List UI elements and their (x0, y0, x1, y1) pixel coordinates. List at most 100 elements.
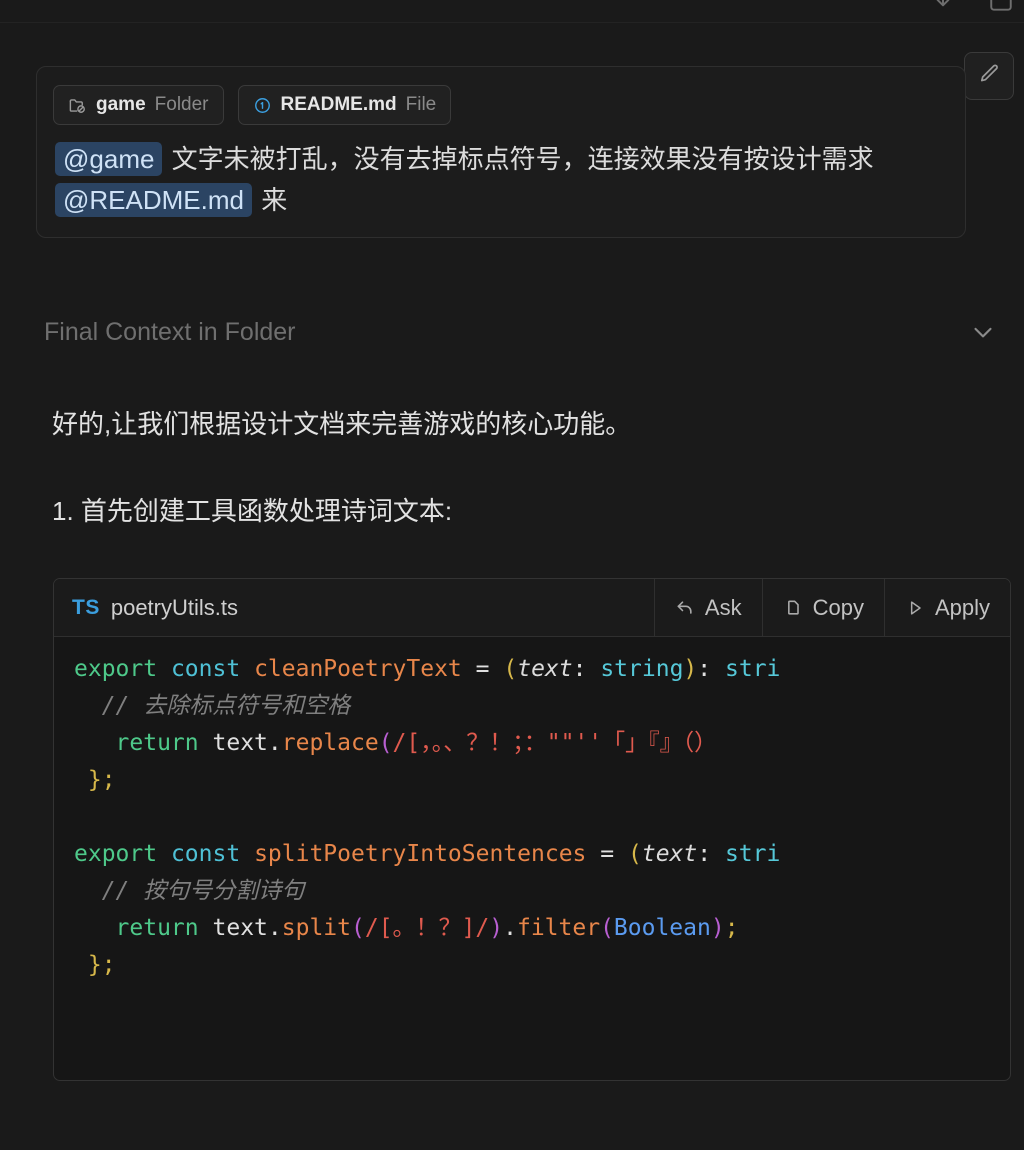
code-token: Boolean (613, 915, 711, 941)
ask-button[interactable]: Ask (653, 579, 762, 636)
mention-game[interactable]: @game (55, 142, 163, 176)
code-block-header: TS poetryUtils.ts Ask Copy Apply (54, 579, 1010, 637)
code-file-name: poetryUtils.ts (110, 594, 238, 620)
code-line: return text.replace(/[，。、？！；：""''「」『』（） (54, 725, 1010, 762)
code-line: export const splitPoetryIntoSentences = … (54, 836, 1010, 873)
window-panel-icon[interactable] (986, 0, 1016, 16)
message-text-part: 文字未被打乱，没有去掉标点符号，连接效果没有按设计需求 (164, 144, 874, 174)
code-token: }; (74, 952, 116, 978)
pencil-icon (977, 62, 1001, 91)
code-token: . (267, 915, 282, 941)
ask-label: Ask (704, 594, 742, 620)
chat-panel: game Folder README.md File @game 文字未被打乱，… (0, 0, 1024, 1150)
code-token: . (503, 915, 517, 941)
code-token: . (267, 730, 282, 756)
code-token: /[，。、？！；：""''「」『』（） (392, 730, 718, 756)
code-token: }; (74, 767, 116, 793)
code-token: : (572, 656, 587, 682)
chip-name: game (96, 94, 146, 115)
code-content[interactable]: export const cleanPoetryText = (text: st… (54, 637, 1010, 994)
typescript-badge: TS (72, 595, 100, 619)
code-token: stri (724, 841, 781, 867)
code-token: text (212, 730, 268, 756)
code-token: ) (683, 656, 698, 682)
code-token: ) (710, 915, 725, 941)
play-triangle-icon (905, 598, 925, 618)
final-context-toggle[interactable]: Final Context in Folder (44, 305, 1006, 359)
download-icon[interactable] (928, 0, 958, 16)
folder-icon (68, 96, 87, 115)
code-block-title: TS poetryUtils.ts (54, 579, 654, 636)
code-line: }; (54, 947, 1010, 984)
code-token: ( (627, 841, 642, 867)
apply-button[interactable]: Apply (883, 579, 1010, 636)
assistant-paragraph: 1. 首先创建工具函数处理诗词文本: (52, 496, 453, 526)
code-token: ; (724, 915, 739, 941)
assistant-paragraph: 好的,让我们根据设计文档来完善游戏的核心功能。 (52, 409, 632, 439)
code-token: text (641, 841, 698, 867)
code-line: export const cleanPoetryText = (text: st… (54, 651, 1010, 688)
final-context-label: Final Context in Folder (44, 317, 296, 346)
code-token: ( (351, 915, 365, 941)
code-token: string (600, 656, 684, 682)
user-message-text: @game 文字未被打乱，没有去掉标点符号，连接效果没有按设计需求 @READM… (53, 139, 949, 221)
mention-readme[interactable]: @README.md (55, 183, 252, 218)
code-token: // 按句号分割诗句 (101, 878, 305, 904)
chip-name: README.md (280, 94, 397, 115)
context-chip-game-folder[interactable]: game Folder (53, 85, 224, 125)
chevron-down-icon[interactable] (968, 317, 1006, 347)
assistant-message: 好的,让我们根据设计文档来完善游戏的核心功能。 1. 首先创建工具函数处理诗词文… (52, 405, 1002, 531)
code-token: export (74, 841, 158, 867)
code-token: splitPoetryIntoSentences (254, 841, 587, 867)
context-chip-readme-file[interactable]: README.md File (237, 85, 452, 125)
code-token: cleanPoetryText (254, 656, 462, 682)
user-message-card: game Folder README.md File @game 文字未被打乱，… (36, 66, 966, 239)
top-toolbar (928, 0, 1016, 16)
copy-label: Copy (812, 594, 864, 620)
info-circle-icon (253, 96, 272, 115)
edit-message-button[interactable] (964, 52, 1014, 100)
code-token: = (600, 841, 615, 867)
code-block: TS poetryUtils.ts Ask Copy Apply export … (53, 578, 1011, 1081)
code-line: return text.split(/[。！？]/).filter(Boolea… (54, 910, 1010, 947)
top-divider (0, 22, 1024, 23)
code-token: export (74, 656, 158, 682)
code-line: // 去除标点符号和空格 (54, 688, 1010, 725)
code-block-actions: Ask Copy Apply (653, 579, 1010, 636)
reply-arrow-icon (675, 598, 695, 618)
code-token: return (115, 730, 199, 756)
code-token: ( (378, 730, 393, 756)
code-token: replace (281, 730, 379, 756)
code-token: : (697, 656, 712, 682)
chip-kind: Folder (154, 94, 209, 115)
copy-icon (783, 598, 803, 618)
code-token: /[。！？]/ (364, 915, 490, 941)
chip-kind: File (405, 94, 437, 115)
message-text-part: 来 (253, 185, 288, 216)
code-token: const (170, 656, 241, 682)
code-line: // 按句号分割诗句 (54, 873, 1010, 910)
code-token: stri (725, 656, 781, 682)
code-line: }; (54, 762, 1010, 799)
code-token: ( (503, 656, 518, 682)
code-token: = (475, 656, 490, 682)
code-token: text (212, 915, 268, 941)
code-token: ( (600, 915, 614, 941)
copy-button[interactable]: Copy (761, 579, 884, 636)
